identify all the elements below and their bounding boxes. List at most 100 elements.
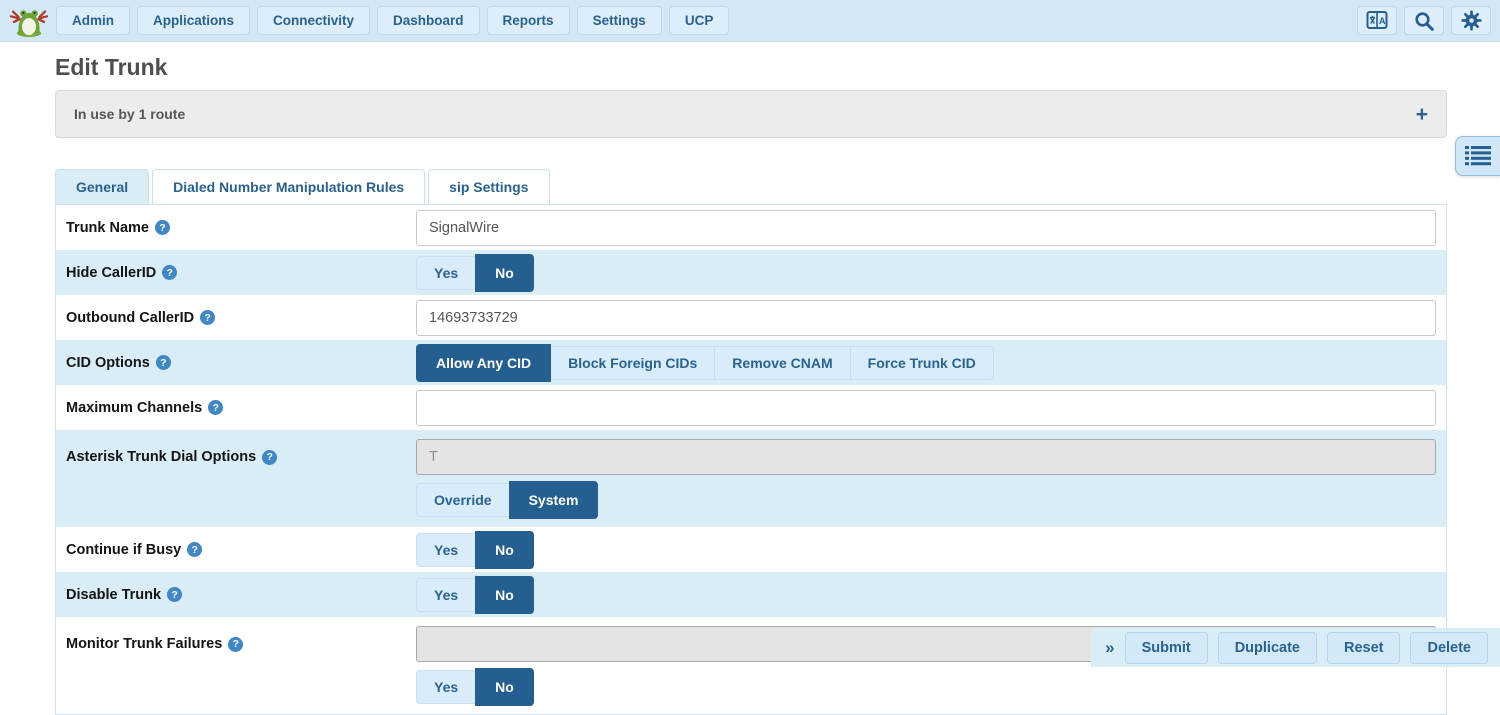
help-icon[interactable]: ? [228, 637, 243, 652]
form-row-cid-options: CID Options ? Allow Any CID Block Foreig… [56, 340, 1446, 385]
dial-options-system-button[interactable]: System [509, 481, 599, 519]
maximum-channels-input[interactable] [416, 390, 1436, 426]
monitor-trunk-failures-label: Monitor Trunk Failures [66, 636, 222, 652]
action-bar: » Submit Duplicate Reset Delete [1091, 628, 1500, 667]
cid-options-label: CID Options [66, 355, 150, 371]
dial-options-label: Asterisk Trunk Dial Options [66, 449, 256, 465]
field-label: Outbound CallerID ? [56, 310, 416, 326]
field-control: Override System [416, 439, 1446, 517]
outbound-callerid-input[interactable] [416, 300, 1436, 336]
continue-if-busy-yes-button[interactable]: Yes [416, 533, 476, 567]
usage-panel[interactable]: In use by 1 route + [55, 90, 1447, 138]
help-icon[interactable]: ? [200, 310, 215, 325]
form-row-continue-if-busy: Continue if Busy ? Yes No [56, 527, 1446, 572]
field-control [416, 300, 1446, 336]
frog-icon [10, 5, 48, 37]
nav-item-applications[interactable]: Applications [137, 6, 250, 35]
continue-if-busy-toggle: Yes No [416, 533, 534, 567]
nav-item-dashboard[interactable]: Dashboard [377, 6, 480, 35]
tab-general[interactable]: General [55, 169, 149, 204]
help-icon[interactable]: ? [262, 450, 277, 465]
trunk-name-label: Trunk Name [66, 220, 149, 236]
form-row-disable-trunk: Disable Trunk ? Yes No [56, 572, 1446, 617]
field-label: Maximum Channels ? [56, 400, 416, 416]
cid-option-remove-cnam-button[interactable]: Remove CNAM [714, 346, 850, 380]
dial-options-override-button[interactable]: Override [416, 483, 510, 517]
monitor-trunk-failures-no-button[interactable]: No [475, 668, 534, 706]
field-label: Trunk Name ? [56, 220, 416, 236]
page-content: Edit Trunk In use by 1 route + General D… [0, 54, 1500, 715]
form-row-hide-callerid: Hide CallerID ? Yes No [56, 250, 1446, 295]
cid-options-toggle: Allow Any CID Block Foreign CIDs Remove … [416, 346, 994, 380]
disable-trunk-label: Disable Trunk [66, 587, 161, 603]
settings-button[interactable] [1451, 6, 1491, 35]
nav-item-connectivity[interactable]: Connectivity [257, 6, 370, 35]
cid-option-allow-any-cid-button[interactable]: Allow Any CID [416, 344, 551, 382]
search-icon [1413, 10, 1435, 32]
form-row-dial-options: Asterisk Trunk Dial Options ? Override S… [56, 430, 1446, 527]
field-control: Yes No [416, 578, 1446, 612]
field-control: Yes No [416, 533, 1446, 567]
expand-icon[interactable]: + [1416, 104, 1428, 125]
continue-if-busy-no-button[interactable]: No [475, 531, 534, 569]
field-label: Asterisk Trunk Dial Options ? [56, 449, 416, 465]
nav-item-admin[interactable]: Admin [56, 6, 130, 35]
monitor-trunk-failures-yes-button[interactable]: Yes [416, 670, 476, 704]
nav-item-ucp[interactable]: UCP [669, 6, 730, 35]
hide-callerid-label: Hide CallerID [66, 265, 156, 281]
continue-if-busy-label: Continue if Busy [66, 542, 181, 558]
disable-trunk-yes-button[interactable]: Yes [416, 578, 476, 612]
dial-options-input [416, 439, 1436, 475]
top-navbar: Admin Applications Connectivity Dashboar… [0, 0, 1500, 42]
delete-button[interactable]: Delete [1410, 632, 1488, 664]
language-button[interactable]: A [1357, 6, 1397, 35]
help-icon[interactable]: ? [167, 587, 182, 602]
disable-trunk-toggle: Yes No [416, 578, 534, 612]
nav-item-settings[interactable]: Settings [577, 6, 662, 35]
duplicate-button[interactable]: Duplicate [1218, 632, 1317, 664]
trunk-tabs: General Dialed Number Manipulation Rules… [55, 169, 1447, 204]
monitor-trunk-failures-toggle: Yes No [416, 670, 534, 704]
trunk-name-input[interactable] [416, 210, 1436, 246]
collapse-actions-icon[interactable]: » [1105, 638, 1114, 658]
field-label: Monitor Trunk Failures ? [56, 636, 416, 652]
disable-trunk-no-button[interactable]: No [475, 576, 534, 614]
help-icon[interactable]: ? [208, 400, 223, 415]
hide-callerid-yes-button[interactable]: Yes [416, 256, 476, 290]
submit-button[interactable]: Submit [1125, 632, 1208, 664]
maximum-channels-label: Maximum Channels [66, 400, 202, 416]
form-row-outbound-callerid: Outbound CallerID ? [56, 295, 1446, 340]
help-icon[interactable]: ? [156, 355, 171, 370]
field-control [416, 390, 1446, 426]
list-icon [1465, 145, 1491, 167]
language-icon: A [1365, 10, 1389, 32]
help-icon[interactable]: ? [155, 220, 170, 235]
svg-text:A: A [1379, 16, 1386, 26]
form-row-trunk-name: Trunk Name ? [56, 205, 1446, 250]
outbound-callerid-label: Outbound CallerID [66, 310, 194, 326]
cid-option-force-trunk-cid-button[interactable]: Force Trunk CID [850, 346, 994, 380]
hide-callerid-toggle: Yes No [416, 256, 534, 290]
field-control: Allow Any CID Block Foreign CIDs Remove … [416, 346, 1446, 380]
help-icon[interactable]: ? [162, 265, 177, 280]
form-row-maximum-channels: Maximum Channels ? [56, 385, 1446, 430]
page-title: Edit Trunk [55, 54, 1447, 81]
field-control: Yes No [416, 256, 1446, 290]
freepbx-logo[interactable] [9, 4, 49, 38]
field-label: Disable Trunk ? [56, 587, 416, 603]
trunk-list-button[interactable] [1455, 136, 1500, 176]
field-control [416, 210, 1446, 246]
field-label: CID Options ? [56, 355, 416, 371]
dial-options-toggle: Override System [416, 483, 598, 517]
gear-icon [1460, 9, 1483, 32]
usage-panel-label: In use by 1 route [74, 106, 185, 122]
hide-callerid-no-button[interactable]: No [475, 254, 534, 292]
search-button[interactable] [1404, 6, 1444, 35]
field-label: Continue if Busy ? [56, 542, 416, 558]
tab-dialed-number-manipulation-rules[interactable]: Dialed Number Manipulation Rules [152, 169, 425, 204]
help-icon[interactable]: ? [187, 542, 202, 557]
tab-sip-settings[interactable]: sip Settings [428, 169, 549, 204]
reset-button[interactable]: Reset [1327, 632, 1401, 664]
nav-item-reports[interactable]: Reports [487, 6, 570, 35]
cid-option-block-foreign-cids-button[interactable]: Block Foreign CIDs [550, 346, 715, 380]
